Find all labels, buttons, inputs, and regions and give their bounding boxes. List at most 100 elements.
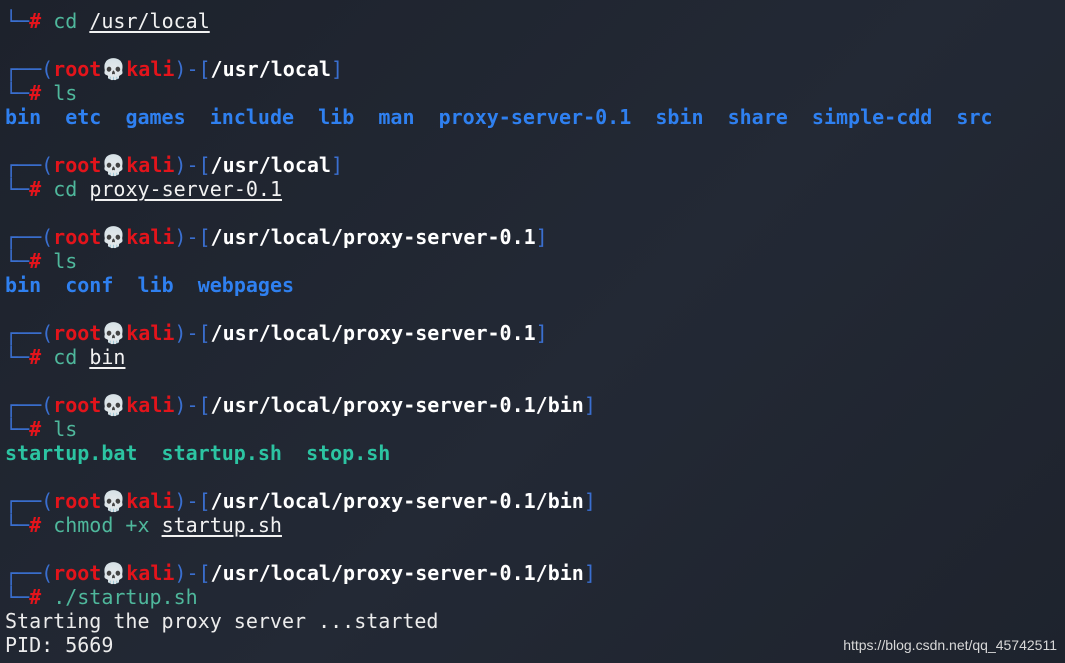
prompt-separator: )-[: [174, 225, 211, 249]
prompt-line: ┌──(root💀kali)-[/usr/local/proxy-server-…: [5, 561, 993, 585]
prompt-hash: #: [29, 177, 42, 201]
prompt-path: /usr/local/proxy-server-0.1/bin: [210, 489, 584, 513]
skull-icon: 💀: [101, 489, 127, 513]
prompt-line: ┌──(root💀kali)-[/usr/local/proxy-server-…: [5, 393, 993, 417]
command-argument: bin: [89, 345, 126, 369]
prompt-line: ┌──(root💀kali)-[/usr/local]: [5, 57, 993, 81]
prompt-box-bottom: └─: [5, 9, 30, 33]
prompt-path: /usr/local/proxy-server-0.1/bin: [210, 561, 584, 585]
directory-entry: sbin: [655, 105, 704, 129]
skull-icon: 💀: [101, 561, 127, 585]
skull-icon: 💀: [101, 393, 127, 417]
command: cd: [53, 177, 78, 201]
prompt-bracket: ]: [583, 393, 596, 417]
prompt-path: /usr/local/proxy-server-0.1/bin: [210, 393, 584, 417]
prompt-host: kali: [126, 57, 175, 81]
prompt-box-bottom: └─: [5, 585, 30, 609]
prompt-user: root: [53, 57, 102, 81]
command-line: └─# ./startup.sh: [5, 585, 993, 609]
command: ls: [53, 249, 78, 273]
prompt-separator: )-[: [174, 489, 211, 513]
directory-entry: src: [956, 105, 993, 129]
directory-entry: share: [727, 105, 788, 129]
prompt-host: kali: [126, 321, 175, 345]
prompt-hash: #: [29, 513, 42, 537]
prompt-bracket: ]: [535, 321, 548, 345]
prompt-bracket: ]: [583, 489, 596, 513]
prompt-hash: #: [29, 345, 42, 369]
prompt-host: kali: [126, 153, 175, 177]
prompt-separator: )-[: [174, 57, 211, 81]
command: chmod +x: [53, 513, 150, 537]
directory-entry: bin: [5, 273, 42, 297]
prompt-host: kali: [126, 393, 175, 417]
prompt-hash: #: [29, 81, 42, 105]
prompt-hash: #: [29, 9, 42, 33]
watermark: https://blog.csdn.net/qq_45742511: [843, 637, 1057, 653]
directory-entry: simple-cdd: [811, 105, 933, 129]
listing-line: bin etc games include lib man proxy-serv…: [5, 105, 993, 129]
prompt-separator: )-[: [174, 321, 211, 345]
prompt-box-bottom: └─: [5, 81, 30, 105]
prompt-hash: #: [29, 249, 42, 273]
prompt-host: kali: [126, 561, 175, 585]
prompt-user: root: [53, 321, 102, 345]
terminal-output[interactable]: └─# cd /usr/local ┌──(root💀kali)-[/usr/lo…: [5, 9, 993, 657]
prompt-box-top: ┌──(: [5, 57, 54, 81]
prompt-box-top: ┌──(: [5, 393, 54, 417]
file-entry: stop.sh: [306, 441, 391, 465]
command-line: └─# cd bin: [5, 345, 993, 369]
prompt-box-bottom: └─: [5, 417, 30, 441]
directory-entry: lib: [137, 273, 174, 297]
directory-entry: man: [378, 105, 415, 129]
listing-line: startup.bat startup.sh stop.sh: [5, 441, 993, 465]
prompt-path: /usr/local/proxy-server-0.1: [210, 321, 536, 345]
directory-entry: etc: [65, 105, 102, 129]
skull-icon: 💀: [101, 57, 127, 81]
prompt-box-top: ┌──(: [5, 225, 54, 249]
listing-line: bin conf lib webpages: [5, 273, 993, 297]
directory-entry: games: [125, 105, 186, 129]
command-argument: /usr/local: [89, 9, 210, 33]
prompt-bracket: ]: [583, 561, 596, 585]
command-line: └─# cd /usr/local: [5, 9, 993, 33]
skull-icon: 💀: [101, 321, 127, 345]
prompt-hash: #: [29, 417, 42, 441]
skull-icon: 💀: [101, 153, 127, 177]
directory-entry: include: [209, 105, 295, 129]
prompt-user: root: [53, 393, 102, 417]
command-line: └─# chmod +x startup.sh: [5, 513, 993, 537]
prompt-box-bottom: └─: [5, 249, 30, 273]
output-line: Starting the proxy server ...started: [5, 609, 993, 633]
command-argument: startup.sh: [161, 513, 282, 537]
prompt-separator: )-[: [174, 393, 211, 417]
skull-icon: 💀: [101, 225, 127, 249]
prompt-bracket: ]: [330, 57, 344, 81]
prompt-user: root: [53, 153, 102, 177]
prompt-box-top: ┌──(: [5, 153, 54, 177]
output-text: PID: 5669: [5, 633, 114, 657]
command: cd: [53, 9, 78, 33]
prompt-bracket: ]: [535, 225, 548, 249]
directory-entry: conf: [65, 273, 114, 297]
command-line: └─# ls: [5, 417, 993, 441]
prompt-box-bottom: └─: [5, 513, 30, 537]
prompt-box-bottom: └─: [5, 177, 30, 201]
file-entry: startup.bat: [5, 441, 138, 465]
directory-entry: proxy-server-0.1: [438, 105, 632, 129]
command: ls: [53, 81, 78, 105]
prompt-user: root: [53, 561, 102, 585]
command: ls: [53, 417, 78, 441]
prompt-separator: )-[: [174, 561, 211, 585]
command-line: └─# cd proxy-server-0.1: [5, 177, 993, 201]
prompt-path: /usr/local: [210, 153, 331, 177]
prompt-path: /usr/local: [210, 57, 331, 81]
prompt-line: ┌──(root💀kali)-[/usr/local]: [5, 153, 993, 177]
command-argument: proxy-server-0.1: [89, 177, 282, 201]
prompt-box-top: ┌──(: [5, 321, 54, 345]
prompt-host: kali: [126, 489, 175, 513]
prompt-box-top: ┌──(: [5, 561, 54, 585]
